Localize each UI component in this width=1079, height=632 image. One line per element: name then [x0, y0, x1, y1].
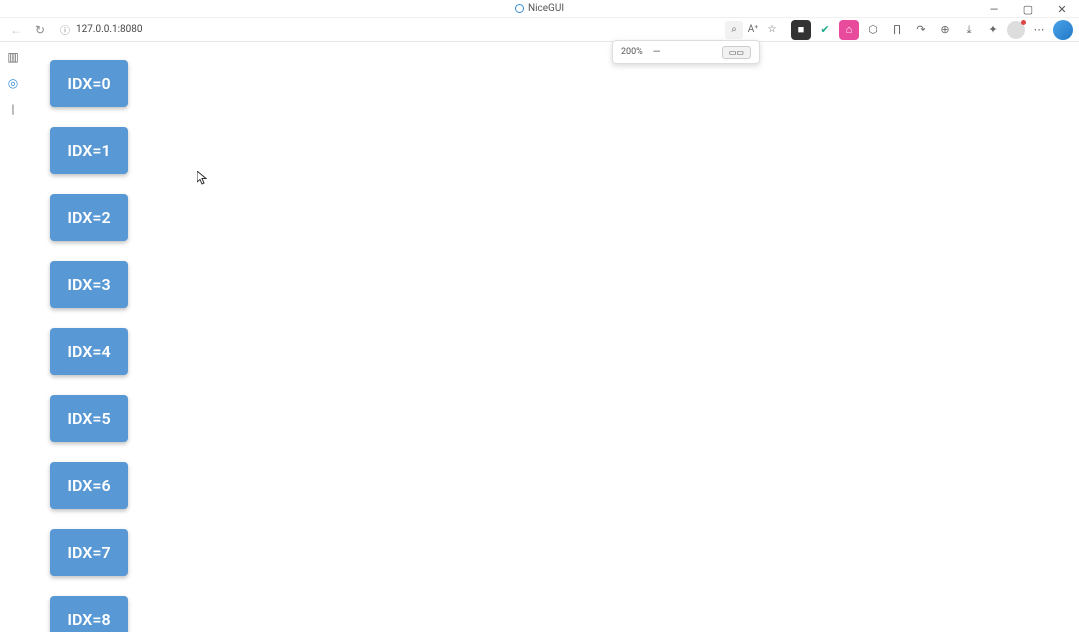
idx-button[interactable]: IDX=8 — [50, 596, 128, 632]
app-icon — [515, 4, 524, 13]
idx-button[interactable]: IDX=0 — [50, 60, 128, 107]
search-icon[interactable]: ⌕ — [725, 21, 743, 39]
rail-item[interactable]: ▥ — [4, 48, 22, 66]
downloads-icon[interactable]: ⤓ — [959, 20, 979, 40]
title-text: NiceGUI — [528, 3, 564, 14]
left-rail: ▥ ◎ | — [0, 42, 26, 118]
close-button[interactable]: ✕ — [1045, 0, 1079, 18]
rail-item[interactable]: | — [4, 100, 22, 118]
zoom-reset-button[interactable]: ▭▭ — [722, 46, 751, 59]
idx-button[interactable]: IDX=6 — [50, 462, 128, 509]
window-title: NiceGUI — [515, 3, 564, 14]
site-info-icon[interactable]: ⓘ — [60, 22, 70, 37]
url-text: 127.0.0.1:8080 — [76, 24, 143, 35]
page-content: IDX=0 IDX=1 IDX=2 IDX=3 IDX=4 IDX=5 IDX=… — [28, 42, 1069, 632]
copilot-icon[interactable] — [1053, 20, 1073, 40]
back-button[interactable]: ← — [6, 20, 26, 40]
profile-avatar[interactable] — [1007, 21, 1025, 39]
collections-icon[interactable]: ⊕ — [935, 20, 955, 40]
window-controls: — ▢ ✕ — [977, 0, 1079, 18]
idx-button[interactable]: IDX=5 — [50, 395, 128, 442]
more-icon[interactable]: ⋯ — [1029, 20, 1049, 40]
idx-button[interactable]: IDX=7 — [50, 529, 128, 576]
maximize-button[interactable]: ▢ — [1011, 0, 1045, 18]
reader-icon[interactable]: A⁺ — [744, 21, 762, 39]
minimize-button[interactable]: — — [977, 0, 1011, 18]
idx-button[interactable]: IDX=2 — [50, 194, 128, 241]
extension-icon[interactable]: ⌂ — [839, 20, 859, 40]
zoom-popup: 200% — ▭▭ — [612, 40, 760, 64]
idx-button[interactable]: IDX=3 — [50, 261, 128, 308]
browser-toolbar: ← ↻ ⓘ 127.0.0.1:8080 ⌕ A⁺ ☆ ■ ✔ ⌂ ⬡ ∏ ↷ … — [0, 18, 1079, 42]
extension-icon[interactable]: ✦ — [983, 20, 1003, 40]
zoom-out-button[interactable]: — — [653, 47, 661, 58]
refresh-button[interactable]: ↻ — [30, 20, 50, 40]
extension-icon[interactable]: ⬡ — [863, 20, 883, 40]
extension-icon[interactable]: ✔ — [815, 20, 835, 40]
rail-item[interactable]: ◎ — [4, 74, 22, 92]
favorite-icon[interactable]: ☆ — [763, 21, 781, 39]
zoom-percent: 200% — [621, 47, 643, 57]
address-bar[interactable]: ⓘ 127.0.0.1:8080 ⌕ A⁺ ☆ — [54, 20, 787, 40]
extension-icon[interactable]: ↷ — [911, 20, 931, 40]
idx-button[interactable]: IDX=4 — [50, 328, 128, 375]
extension-icon[interactable]: ■ — [791, 20, 811, 40]
window-titlebar: NiceGUI — ▢ ✕ — [0, 0, 1079, 18]
extension-icon[interactable]: ∏ — [887, 20, 907, 40]
idx-button[interactable]: IDX=1 — [50, 127, 128, 174]
